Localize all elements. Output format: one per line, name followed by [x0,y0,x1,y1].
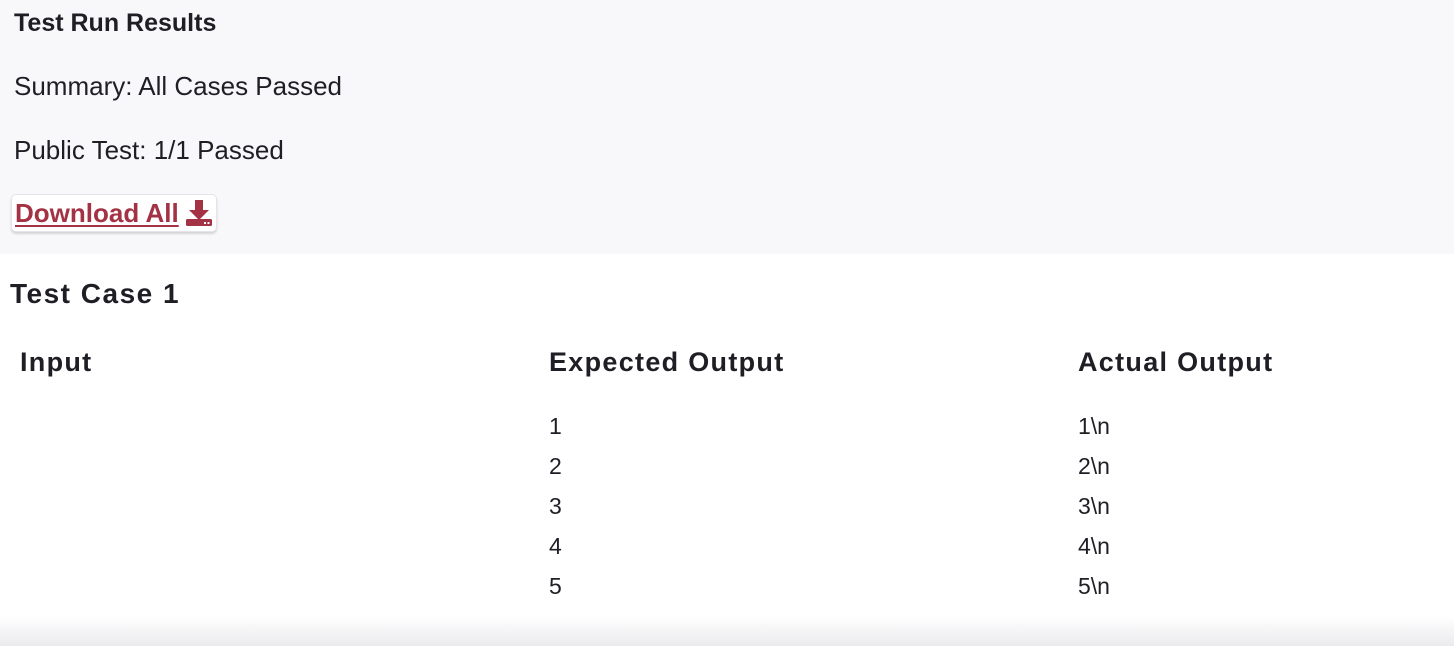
expected-output-line: 5 [549,573,562,599]
actual-output-line: 2\n [1078,453,1110,479]
actual-output-line: 1\n [1078,413,1110,439]
expected-output-line: 1 [549,413,562,439]
download-all-button[interactable]: Download All [11,194,217,232]
public-test-status: Public Test: 1/1 Passed [14,135,284,165]
download-all-label: Download All [15,197,179,228]
input-column-header: Input [20,347,93,377]
results-title: Test Run Results [14,9,217,37]
test-run-results-panel: Test Run Results Summary: All Cases Pass… [0,0,1454,254]
summary-status: Summary: All Cases Passed [14,71,343,101]
bottom-scroll-shadow [0,616,1454,646]
expected-output-column-header: Expected Output [549,347,785,377]
download-icon [185,199,213,227]
expected-output-line: 3 [549,493,562,519]
test-case-title: Test Case 1 [10,278,181,309]
actual-output-line: 4\n [1078,533,1110,559]
expected-output-line: 4 [549,533,562,559]
expected-output-list: 1 2 3 4 5 [549,406,562,606]
actual-output-column-header: Actual Output [1078,347,1274,377]
actual-output-list: 1\n 2\n 3\n 4\n 5\n [1078,406,1110,606]
actual-output-line: 3\n [1078,493,1110,519]
expected-output-line: 2 [549,453,562,479]
actual-output-line: 5\n [1078,573,1110,599]
